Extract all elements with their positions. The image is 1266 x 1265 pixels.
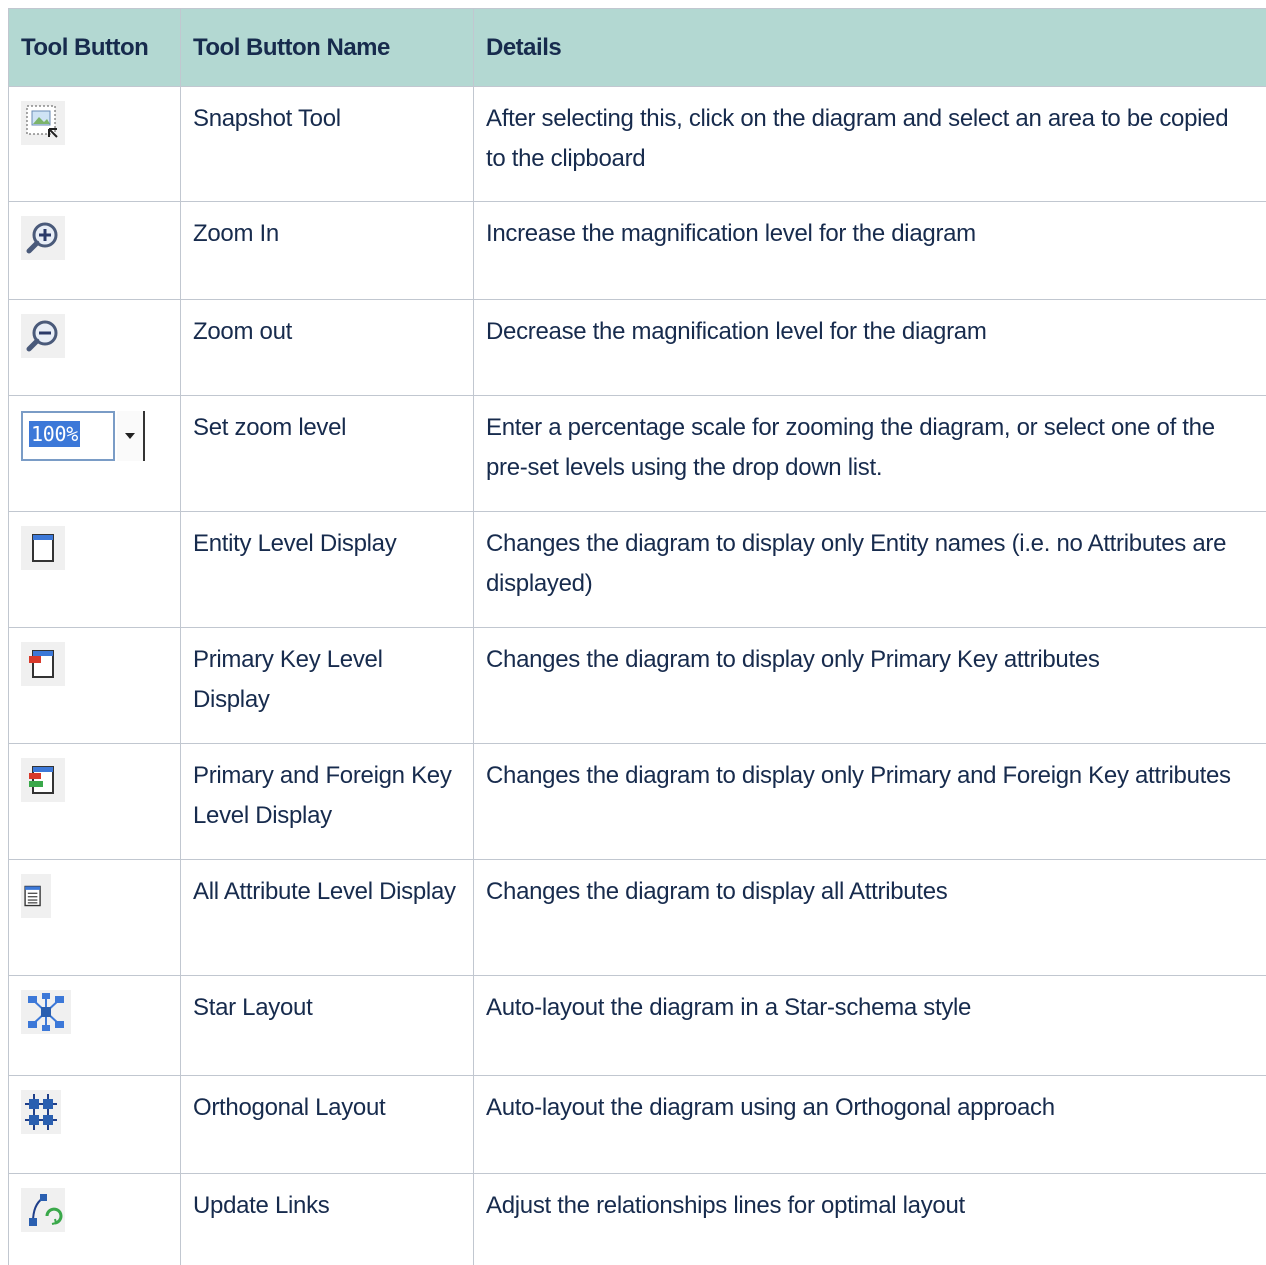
- table-row: Update Links Adjust the relationships li…: [9, 1174, 1266, 1265]
- tool-icon-cell: [9, 87, 181, 202]
- tool-name: Primary and Foreign Key Level Display: [181, 744, 474, 860]
- tool-name: Snapshot Tool: [181, 87, 474, 202]
- table-row: Primary and Foreign Key Level Display Ch…: [9, 744, 1266, 860]
- header-tool-button-name: Tool Button Name: [181, 9, 474, 87]
- tool-details: After selecting this, click on the diagr…: [474, 87, 1266, 202]
- tool-details: Changes the diagram to display only Enti…: [474, 512, 1266, 628]
- tool-icon-cell: [9, 512, 181, 628]
- chevron-down-icon[interactable]: [117, 411, 145, 461]
- primary-key-level-icon[interactable]: [21, 642, 65, 686]
- tool-icon-cell: [9, 202, 181, 300]
- tool-details: Changes the diagram to display only Prim…: [474, 744, 1266, 860]
- tool-name: Primary Key Level Display: [181, 628, 474, 744]
- table-row: Primary Key Level Display Changes the di…: [9, 628, 1266, 744]
- table-row: Snapshot Tool After selecting this, clic…: [9, 87, 1266, 202]
- orthogonal-layout-icon[interactable]: [21, 1090, 61, 1134]
- tool-name: Set zoom level: [181, 396, 474, 512]
- primary-foreign-key-level-icon[interactable]: [21, 758, 65, 802]
- update-links-icon[interactable]: [21, 1188, 65, 1232]
- tool-name: All Attribute Level Display: [181, 860, 474, 976]
- tool-icon-cell: [9, 1174, 181, 1265]
- table-row: 100% Set zoom level Enter a percentage s…: [9, 396, 1266, 512]
- tool-name: Zoom out: [181, 300, 474, 396]
- table-row: Star Layout Auto-layout the diagram in a…: [9, 976, 1266, 1076]
- tool-icon-cell: [9, 628, 181, 744]
- table-row: Zoom out Decrease the magnification leve…: [9, 300, 1266, 396]
- tool-icon-cell: [9, 300, 181, 396]
- zoom-level-input[interactable]: 100%: [21, 411, 115, 461]
- table-row: Entity Level Display Changes the diagram…: [9, 512, 1266, 628]
- tool-name: Zoom In: [181, 202, 474, 300]
- star-layout-icon[interactable]: [21, 990, 71, 1034]
- tool-details: Changes the diagram to display all Attri…: [474, 860, 1266, 976]
- table-header-row: Tool Button Tool Button Name Details: [9, 9, 1266, 87]
- tool-name: Update Links: [181, 1174, 474, 1265]
- entity-level-icon[interactable]: [21, 526, 65, 570]
- tool-details: Enter a percentage scale for zooming the…: [474, 396, 1266, 512]
- tool-details: Changes the diagram to display only Prim…: [474, 628, 1266, 744]
- tool-icon-cell: [9, 976, 181, 1076]
- tool-details: Auto-layout the diagram in a Star-schema…: [474, 976, 1266, 1076]
- table-row: All Attribute Level Display Changes the …: [9, 860, 1266, 976]
- tool-icon-cell: [9, 1076, 181, 1174]
- tool-details: Adjust the relationships lines for optim…: [474, 1174, 1266, 1265]
- table-row: Zoom In Increase the magnification level…: [9, 202, 1266, 300]
- tool-icon-cell: 100%: [9, 396, 181, 512]
- table-row: Orthogonal Layout Auto-layout the diagra…: [9, 1076, 1266, 1174]
- tool-buttons-table: Tool Button Tool Button Name Details Sna…: [8, 8, 1266, 1265]
- header-details: Details: [474, 9, 1266, 87]
- tool-details: Auto-layout the diagram using an Orthogo…: [474, 1076, 1266, 1174]
- tool-icon-cell: [9, 744, 181, 860]
- tool-name: Orthogonal Layout: [181, 1076, 474, 1174]
- snapshot-icon[interactable]: [21, 101, 65, 145]
- tool-icon-cell: [9, 860, 181, 976]
- zoom-in-icon[interactable]: [21, 216, 65, 260]
- tool-name: Star Layout: [181, 976, 474, 1076]
- all-attribute-level-icon[interactable]: [21, 874, 51, 918]
- tool-name: Entity Level Display: [181, 512, 474, 628]
- tool-details: Decrease the magnification level for the…: [474, 300, 1266, 396]
- zoom-level-value: 100%: [29, 421, 80, 447]
- header-tool-button: Tool Button: [9, 9, 181, 87]
- zoom-level-select[interactable]: 100%: [21, 411, 143, 463]
- tool-details: Increase the magnification level for the…: [474, 202, 1266, 300]
- zoom-out-icon[interactable]: [21, 314, 65, 358]
